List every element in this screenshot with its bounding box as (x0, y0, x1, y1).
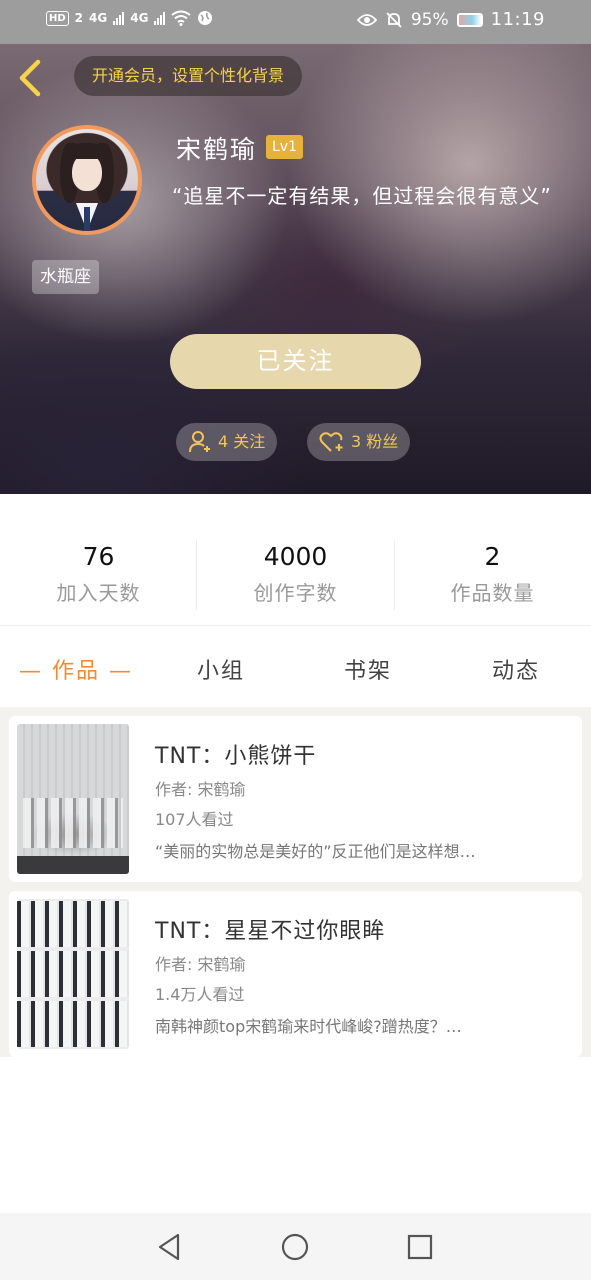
nav-back-button[interactable] (153, 1231, 185, 1263)
user-add-icon (189, 431, 210, 453)
fans-count: 3 粉丝 (351, 432, 399, 451)
tab-activity[interactable]: 动态 (492, 653, 540, 685)
work-description: 南韩神颜top宋鹤瑜来时代峰峻?蹭热度？… (155, 1017, 462, 1036)
stat-label: 加入天数 (56, 581, 141, 605)
work-title: TNT：星星不过你眼眸 (155, 919, 386, 944)
works-list: TNT：小熊饼干 作者: 宋鹤瑜 107人看过 “美丽的实物总是美好的”反正他们… (0, 707, 591, 1057)
profile-tabs: — 作品 — 小组 书架 动态 (0, 627, 591, 707)
back-button[interactable] (14, 58, 50, 98)
stat-value: 2 (484, 542, 501, 571)
follow-button[interactable]: 已关注 (170, 334, 421, 389)
work-cover-image (17, 724, 129, 874)
sim-number: 2 (74, 11, 84, 25)
user-bio: “追星不一定有结果，但过程会很有意义” (172, 184, 552, 208)
status-right: 95% 11:19 (356, 9, 545, 30)
hd-badge: HD (46, 10, 69, 26)
stat-label: 创作字数 (253, 581, 338, 605)
heart-add-icon (319, 432, 343, 452)
vpn-globe-icon (198, 11, 213, 25)
battery-percent: 95% (410, 9, 449, 30)
nav-home-button[interactable] (279, 1231, 311, 1263)
fans-button[interactable]: 3 粉丝 (307, 423, 411, 461)
home-circle-icon (281, 1233, 309, 1261)
eye-icon (356, 13, 377, 26)
stat-word-count: 4000 创作字数 (197, 542, 394, 606)
work-views: 1.4万人看过 (155, 985, 245, 1004)
nav-recents-button[interactable] (404, 1231, 436, 1263)
level-badge: Lv1 (266, 135, 303, 159)
clock: 11:19 (490, 9, 545, 30)
wifi-icon (171, 10, 192, 26)
battery-icon (456, 12, 483, 27)
signal-icon-2 (154, 11, 166, 25)
work-description: “美丽的实物总是美好的”反正他们是这样想… (155, 842, 476, 861)
tab-groups[interactable]: 小组 (197, 653, 245, 685)
mute-bell-icon (386, 11, 402, 28)
work-author: 作者: 宋鹤瑜 (155, 955, 246, 974)
tab-works[interactable]: — 作品 — (19, 653, 133, 685)
stat-label: 作品数量 (450, 581, 535, 605)
work-card[interactable]: TNT：星星不过你眼眸 作者: 宋鹤瑜 1.4万人看过 南韩神颜top宋鹤瑜来时… (9, 891, 582, 1057)
network-label-2: 4G (130, 11, 149, 25)
system-nav-bar (0, 1213, 591, 1280)
username: 宋鹤瑜 (176, 135, 258, 164)
zodiac-tag: 水瓶座 (32, 260, 99, 294)
status-bar: HD 2 4G 4G 95% 11:19 (0, 0, 591, 44)
network-label-1: 4G (89, 11, 108, 25)
stat-works-count: 2 作品数量 (394, 542, 591, 606)
work-cover-image (17, 899, 129, 1049)
work-title: TNT：小熊饼干 (155, 744, 317, 769)
work-card[interactable]: TNT：小熊饼干 作者: 宋鹤瑜 107人看过 “美丽的实物总是美好的”反正他们… (9, 716, 582, 882)
work-views: 107人看过 (155, 810, 234, 829)
stat-value: 4000 (263, 542, 328, 571)
following-button[interactable]: 4 关注 (176, 423, 278, 461)
recents-square-icon (407, 1234, 433, 1260)
chevron-left-icon (19, 59, 41, 97)
stat-value: 76 (82, 542, 115, 571)
status-left: HD 2 4G 4G (46, 10, 213, 26)
back-triangle-icon (158, 1233, 180, 1261)
stat-days-joined: 76 加入天数 (0, 542, 197, 606)
avatar[interactable] (32, 125, 142, 235)
following-count: 4 关注 (218, 432, 266, 451)
signal-icon (113, 11, 125, 25)
work-author: 作者: 宋鹤瑜 (155, 780, 246, 799)
vip-background-prompt[interactable]: 开通会员，设置个性化背景 (74, 56, 303, 96)
user-stats: 76 加入天数 4000 创作字数 2 作品数量 (0, 494, 591, 626)
profile-header: 开通会员，设置个性化背景 宋鹤瑜 Lv1 “追星不一定有结果，但过程会很有意义”… (0, 44, 591, 494)
tab-bookshelf[interactable]: 书架 (344, 653, 392, 685)
